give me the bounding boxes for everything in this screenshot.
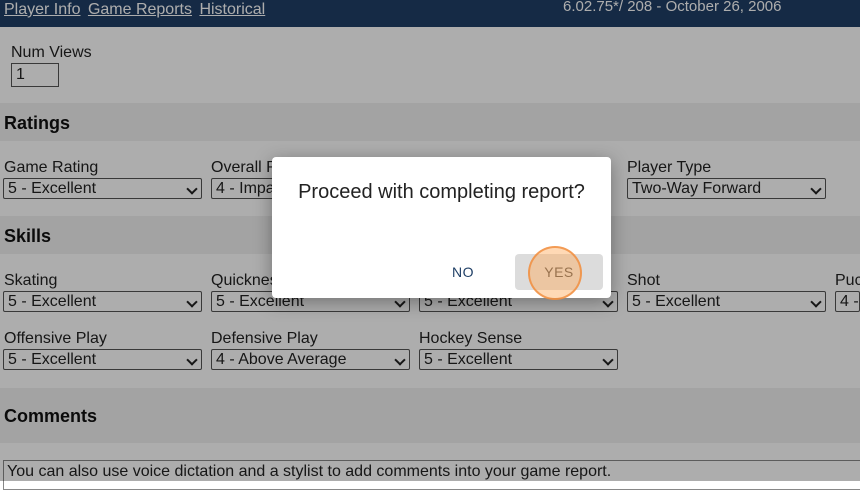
- no-button[interactable]: NO: [430, 254, 496, 290]
- click-indicator: [528, 246, 582, 300]
- dialog-message: Proceed with completing report?: [298, 181, 585, 203]
